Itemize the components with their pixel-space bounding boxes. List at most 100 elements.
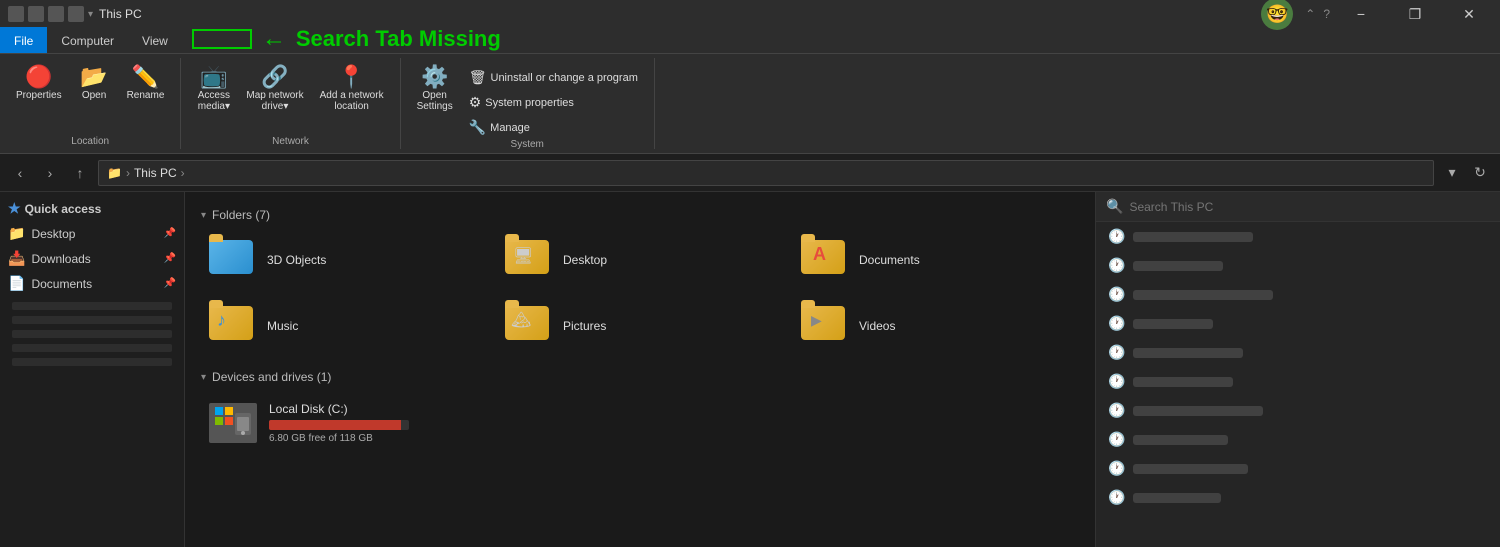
ribbon-group-system: ⚙️ OpenSettings 🗑 Uninstall or change a … xyxy=(401,58,655,149)
sidebar-item-documents[interactable]: 📄 Documents 📌 xyxy=(0,271,184,296)
folders-section-header[interactable]: ▾ Folders (7) xyxy=(201,208,1079,222)
search-input[interactable] xyxy=(1129,200,1490,214)
folder-desktop[interactable]: Desktop xyxy=(497,232,783,288)
ribbon-group-system-items: ⚙️ OpenSettings 🗑 Uninstall or change a … xyxy=(411,58,644,139)
history-icon-1: 🕐 xyxy=(1108,228,1125,245)
folder-documents[interactable]: Documents xyxy=(793,232,1079,288)
tab-computer[interactable]: Computer xyxy=(47,27,128,53)
sidebar: ★ Quick access 📁 Desktop 📌 📥 Downloads 📌… xyxy=(0,192,185,547)
title-bar-right: 🤓 ⌃ ? − ❐ ✕ xyxy=(1261,0,1492,30)
folder-music-name: Music xyxy=(267,319,298,333)
folder-3d-name: 3D Objects xyxy=(267,253,326,267)
open-btn[interactable]: 📂 Open xyxy=(72,62,117,105)
path-folder-icon: 📁 xyxy=(107,166,122,180)
drive-c[interactable]: Local Disk (C:) 6.80 GB free of 118 GB xyxy=(201,394,481,452)
folder-pictures-icon xyxy=(505,306,549,340)
restore-btn[interactable]: ❐ xyxy=(1392,0,1438,28)
result-text-10 xyxy=(1133,493,1221,503)
result-text-2 xyxy=(1133,261,1223,271)
close-btn[interactable]: ✕ xyxy=(1446,0,1492,28)
ribbon-group-network: 📺 Accessmedia▾ 🔗 Map networkdrive▾ 📍 Add… xyxy=(181,58,400,149)
search-result-9[interactable]: 🕐 xyxy=(1096,454,1500,483)
documents-pin-icon: 📌 xyxy=(164,278,176,289)
result-text-7 xyxy=(1133,406,1263,416)
file-explorer-content: ▾ Folders (7) 3D Objects Desktop xyxy=(185,192,1095,547)
missing-label: Search Tab Missing xyxy=(296,26,501,52)
arrow-icon: ← xyxy=(262,25,286,53)
sidebar-blurred-4 xyxy=(12,344,172,352)
expand-ribbon-btn[interactable]: ⌃ xyxy=(1305,7,1315,21)
drives-section-header[interactable]: ▾ Devices and drives (1) xyxy=(201,370,1079,384)
search-result-4[interactable]: 🕐 xyxy=(1096,309,1500,338)
sidebar-blurred-1 xyxy=(12,302,172,310)
folder-3d-icon xyxy=(209,240,253,274)
customize-btn[interactable]: ▾ xyxy=(88,9,93,20)
sidebar-item-desktop[interactable]: 📁 Desktop 📌 xyxy=(0,221,184,246)
map-network-drive-btn[interactable]: 🔗 Map networkdrive▾ xyxy=(240,62,309,116)
folder-3d-thumb xyxy=(209,240,257,280)
folder-music-thumb xyxy=(209,306,257,346)
rename-btn[interactable]: ✏️ Rename xyxy=(121,62,171,105)
manage-btn[interactable]: 🔧 Manage xyxy=(463,116,644,139)
search-result-3[interactable]: 🕐 xyxy=(1096,280,1500,309)
quick-access-star-icon: ★ xyxy=(8,200,21,217)
help-btn[interactable]: ? xyxy=(1323,7,1330,21)
quick-access-label: Quick access xyxy=(25,202,102,216)
folders-grid: 3D Objects Desktop Documents xyxy=(201,232,1079,354)
tab-view[interactable]: View xyxy=(128,27,182,53)
dropdown-btn[interactable]: ▾ xyxy=(1440,161,1464,185)
result-text-3 xyxy=(1133,290,1273,300)
search-result-8[interactable]: 🕐 xyxy=(1096,425,1500,454)
up-btn[interactable]: ↑ xyxy=(68,161,92,185)
settings-icon: ⚙️ xyxy=(421,66,448,88)
search-results: 🕐 🕐 🕐 🕐 🕐 🕐 xyxy=(1096,222,1500,547)
sidebar-blurred-5 xyxy=(12,358,172,366)
undo-icon xyxy=(68,6,84,22)
search-result-2[interactable]: 🕐 xyxy=(1096,251,1500,280)
folder-documents-name: Documents xyxy=(859,253,920,267)
quick-access-header[interactable]: ★ Quick access xyxy=(0,196,184,221)
title-bar: ▾ This PC 🤓 ⌃ ? − ❐ ✕ xyxy=(0,0,1500,28)
folder-pictures-name: Pictures xyxy=(563,319,606,333)
minimize-btn[interactable]: − xyxy=(1338,0,1384,28)
refresh-btn[interactable]: ↻ xyxy=(1468,161,1492,185)
folder-pictures[interactable]: Pictures xyxy=(497,298,783,354)
map-network-icon: 🔗 xyxy=(261,66,288,88)
system-properties-icon: ⚙ xyxy=(469,94,482,111)
open-icon: 📂 xyxy=(80,66,107,88)
sidebar-blurred-2 xyxy=(12,316,172,324)
back-btn[interactable]: ‹ xyxy=(8,161,32,185)
folder-music[interactable]: Music xyxy=(201,298,487,354)
tab-file[interactable]: File xyxy=(0,27,47,53)
history-icon-5: 🕐 xyxy=(1108,344,1125,361)
forward-btn[interactable]: › xyxy=(38,161,62,185)
sidebar-item-downloads[interactable]: 📥 Downloads 📌 xyxy=(0,246,184,271)
result-text-1 xyxy=(1133,232,1253,242)
desktop-label: Desktop xyxy=(31,227,75,241)
downloads-label: Downloads xyxy=(31,252,90,266)
uninstall-program-btn[interactable]: 🗑 Uninstall or change a program xyxy=(463,66,644,89)
properties-btn[interactable]: 🔴 Properties xyxy=(10,62,68,105)
title-bar-left: ▾ This PC xyxy=(8,6,142,22)
ribbon-group-network-items: 📺 Accessmedia▾ 🔗 Map networkdrive▾ 📍 Add… xyxy=(191,58,389,136)
path-this-pc: This PC xyxy=(134,166,177,180)
system-properties-btn[interactable]: ⚙ System properties xyxy=(463,91,644,114)
history-icon-4: 🕐 xyxy=(1108,315,1125,332)
search-result-7[interactable]: 🕐 xyxy=(1096,396,1500,425)
add-network-location-btn[interactable]: 📍 Add a networklocation xyxy=(314,62,390,116)
search-result-10[interactable]: 🕐 xyxy=(1096,483,1500,512)
open-settings-btn[interactable]: ⚙️ OpenSettings xyxy=(411,62,459,116)
access-media-btn[interactable]: 📺 Accessmedia▾ xyxy=(191,62,236,116)
search-result-1[interactable]: 🕐 xyxy=(1096,222,1500,251)
search-result-5[interactable]: 🕐 xyxy=(1096,338,1500,367)
folder-videos[interactable]: Videos xyxy=(793,298,1079,354)
title-bar-icons: ▾ xyxy=(8,6,93,22)
search-result-6[interactable]: 🕐 xyxy=(1096,367,1500,396)
address-bar: ‹ › ↑ 📁 › This PC › ▾ ↻ xyxy=(0,154,1500,192)
address-path[interactable]: 📁 › This PC › xyxy=(98,160,1434,186)
manage-icon: 🔧 xyxy=(469,119,486,136)
result-text-9 xyxy=(1133,464,1248,474)
drives-chevron-icon: ▾ xyxy=(201,372,206,383)
folder-3d-objects[interactable]: 3D Objects xyxy=(201,232,487,288)
result-text-4 xyxy=(1133,319,1213,329)
